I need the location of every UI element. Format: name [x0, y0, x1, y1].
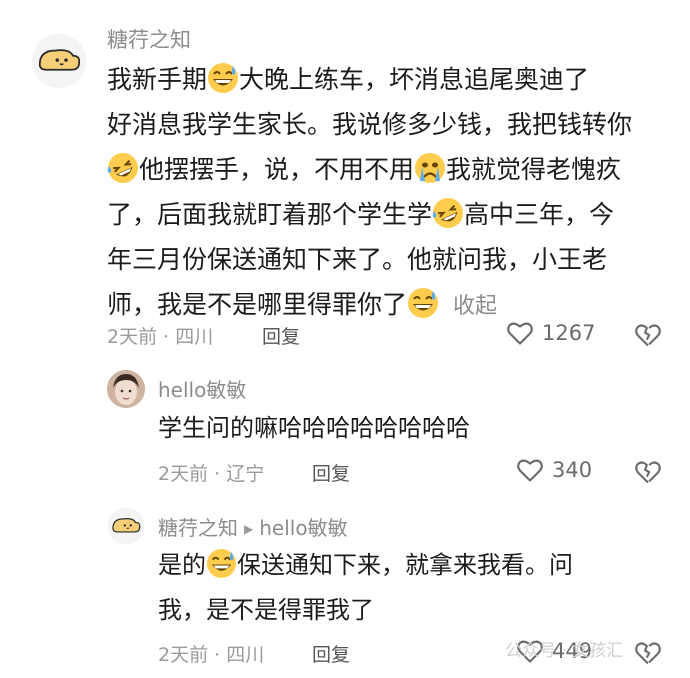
heart-outline-icon — [517, 459, 543, 482]
grinning-sweat-emoji-icon — [207, 62, 239, 94]
reply-username-line: 糖荇之知 ▶ hello敏敏 — [158, 512, 348, 541]
cartoon-bread-avatar-icon — [31, 33, 87, 89]
reply-meta: 2天前 · 辽宁 — [158, 463, 265, 485]
reply-body: 是的 保送通知下来，就拿来我看。问 我，是不是得罪我了 — [158, 543, 573, 633]
dislike-button[interactable] — [634, 322, 662, 352]
reply-arrow-icon: ▶ — [244, 522, 254, 536]
comment-meta: 2天前 · 四川 — [107, 326, 214, 348]
like-button[interactable]: 340 — [516, 457, 592, 483]
broken-heart-icon — [635, 642, 661, 665]
dislike-button[interactable] — [634, 640, 662, 670]
reply-username[interactable]: hello敏敏 — [158, 374, 246, 403]
reply-button[interactable]: 回复 — [312, 640, 350, 667]
watermark: 公众号 · 女孩汇 — [505, 641, 624, 661]
comment-line: 他摆摆手，说，不用不用 我就觉得老愧疚 — [107, 147, 632, 192]
like-button[interactable]: 1267 — [506, 320, 595, 346]
like-count: 1267 — [542, 321, 596, 345]
comment-body: 我新手期 大晚上练车，坏消息追尾奥迪了 好消息我学生家长。我说修多少钱，我把钱转你… — [107, 57, 632, 327]
reply-line: 我，是不是得罪我了 — [158, 596, 374, 624]
reply-meta: 2天前 · 四川 — [158, 644, 265, 666]
broken-heart-icon — [635, 461, 661, 484]
reply-line: 是的 保送通知下来，就拿来我看。问 — [158, 543, 573, 588]
broken-heart-icon — [635, 324, 661, 347]
comment-username[interactable]: 糖荇之知 — [107, 24, 191, 54]
reply-button[interactable]: 回复 — [312, 459, 350, 486]
collapse-link[interactable]: 收起 — [453, 294, 497, 319]
dislike-button[interactable] — [634, 459, 662, 489]
reply-username[interactable]: 糖荇之知 — [158, 516, 238, 540]
reply-to-username[interactable]: hello敏敏 — [259, 516, 347, 540]
like-count: 340 — [552, 458, 593, 482]
cartoon-bread-avatar-icon — [107, 507, 145, 545]
crying-emoji-icon — [414, 152, 446, 184]
grinning-sweat-emoji-icon — [206, 548, 237, 579]
comment-line: 我新手期 大晚上练车，坏消息追尾奥迪了 — [107, 57, 632, 102]
comment-line: 了，后面我就盯着那个学生学 高中三年，今 — [107, 192, 632, 237]
heart-outline-icon — [507, 322, 533, 345]
rolling-laugh-emoji-icon — [432, 197, 464, 229]
girl-photo-avatar-icon — [107, 370, 145, 408]
reply-button[interactable]: 回复 — [262, 322, 300, 349]
avatar[interactable] — [107, 507, 145, 545]
grinning-sweat-emoji-icon — [407, 287, 439, 319]
reply-body: 学生问的嘛哈哈哈哈哈哈哈哈 — [158, 406, 470, 451]
rolling-laugh-emoji-icon — [107, 152, 139, 184]
comment-line: 年三月份保送通知下来了。他就问我，小王老 — [107, 245, 608, 274]
comment-line: 好消息我学生家长。我说修多少钱，我把钱转你 — [107, 110, 633, 139]
reply-line: 学生问的嘛哈哈哈哈哈哈哈哈 — [158, 414, 470, 442]
avatar[interactable] — [107, 370, 145, 408]
avatar[interactable] — [31, 33, 87, 89]
